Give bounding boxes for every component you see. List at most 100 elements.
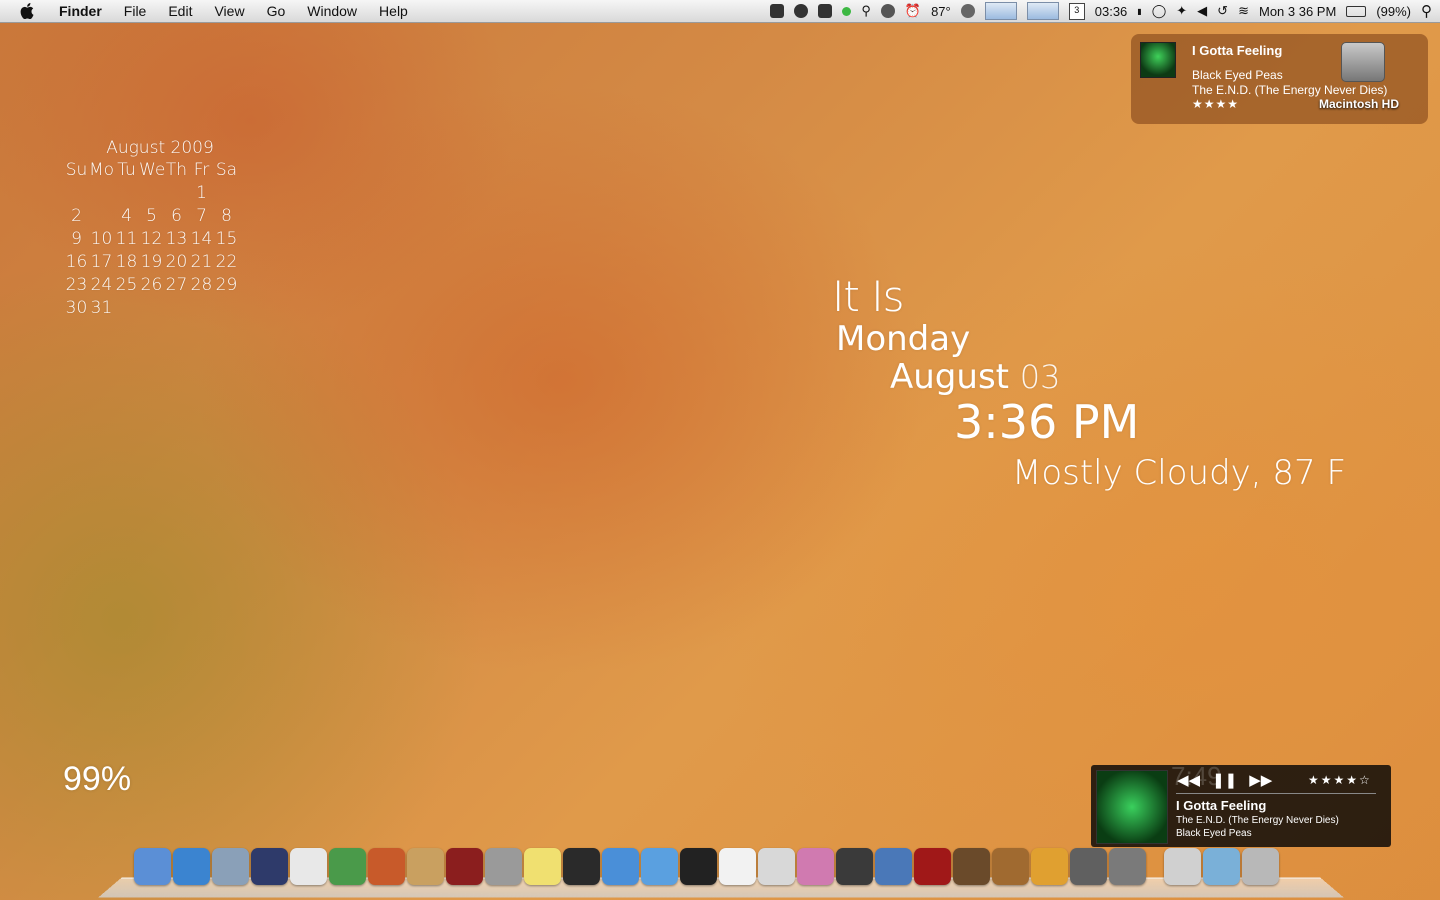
status-dot-icon[interactable] <box>842 6 852 16</box>
clock-time: 3:36 PM <box>954 395 1140 449</box>
dock-garageband-icon[interactable] <box>992 848 1029 885</box>
notification-album: The E.N.D. (The Energy Never Dies) <box>1192 83 1388 97</box>
calendar-day <box>89 206 114 226</box>
cpu-graph-icon[interactable] <box>984 2 1017 20</box>
dock-safari-icon[interactable] <box>173 848 210 885</box>
pause-icon[interactable]: ❚❚ <box>1212 771 1237 789</box>
calendar-weekday: Th <box>165 160 188 180</box>
dock-imovie-star-icon[interactable] <box>1070 848 1107 885</box>
dock-calculator-icon[interactable] <box>485 848 522 885</box>
calendar-day <box>114 183 139 203</box>
calendar-day: 26 <box>140 275 163 295</box>
notification-rating: ★★★★ <box>1192 97 1240 111</box>
dock-aperture-icon[interactable] <box>680 848 717 885</box>
dock-textedit-icon[interactable] <box>290 848 327 885</box>
dock-iphoto-icon[interactable] <box>875 848 912 885</box>
time-machine-icon[interactable]: ↺ <box>1217 3 1228 19</box>
player-track-title: I Gotta Feeling <box>1176 798 1267 813</box>
calendar-small-icon[interactable]: 3 <box>1068 2 1085 20</box>
player-rating[interactable]: ★★★★☆ <box>1308 773 1372 787</box>
weather-text: Mostly Cloudy, 87 F <box>1012 453 1347 493</box>
calendar-day: 17 <box>90 252 113 272</box>
growl-icon[interactable] <box>770 4 785 18</box>
search-small-icon[interactable]: ⚲ <box>861 3 871 19</box>
dock-photo-booth-icon[interactable] <box>914 848 951 885</box>
dock-image-capture-icon[interactable] <box>953 848 990 885</box>
dock-mail-stamp-icon[interactable] <box>212 848 249 885</box>
menubar-clock-small[interactable]: 03:36 <box>1095 4 1128 19</box>
calendar-day <box>64 183 89 203</box>
dock-downloads-folder-icon[interactable] <box>1203 848 1240 885</box>
clock-month: August <box>890 357 1009 397</box>
dock-pencil-app-icon[interactable] <box>1031 848 1068 885</box>
spotlight-icon[interactable]: ⚲ <box>1421 2 1432 20</box>
calendar-weekday: Fr <box>193 160 210 180</box>
paw-icon[interactable] <box>818 4 833 18</box>
dock-preview-photo-icon[interactable] <box>836 848 873 885</box>
calendar-day <box>214 298 239 318</box>
speech-bubble-icon[interactable]: ◯ <box>1152 3 1167 19</box>
dock-color-sync-icon[interactable] <box>797 848 834 885</box>
dock-keynote-icon[interactable] <box>368 848 405 885</box>
battery-icon[interactable] <box>1346 5 1367 17</box>
dock-numbers-icon[interactable] <box>329 848 366 885</box>
menu-help[interactable]: Help <box>368 0 419 22</box>
hard-drive-icon[interactable] <box>1341 42 1385 82</box>
dock-system-preferences-icon[interactable] <box>1109 848 1146 885</box>
volume-icon[interactable]: ◀ <box>1197 3 1207 19</box>
wifi-icon[interactable]: ≋ <box>1238 3 1249 19</box>
network-graph-icon[interactable] <box>1026 2 1059 20</box>
dock <box>134 848 1279 885</box>
player-artist: Black Eyed Peas <box>1176 828 1252 839</box>
bluetooth-icon[interactable]: ✦ <box>1176 3 1187 19</box>
calendar-title: August 2009 <box>106 138 214 158</box>
menu-window[interactable]: Window <box>296 0 368 22</box>
calendar-weekday: Sa <box>215 160 238 180</box>
calendar-day: 15 <box>215 229 238 249</box>
dock-dictionary-icon[interactable] <box>446 848 483 885</box>
calendar-day: 2 <box>71 206 82 226</box>
menu-view[interactable]: View <box>203 0 255 22</box>
clock-intro: It Is <box>832 272 904 321</box>
notification-artist: Black Eyed Peas <box>1192 68 1283 82</box>
menu-go[interactable]: Go <box>256 0 297 22</box>
calendar-day: 16 <box>65 252 88 272</box>
dock-address-book-icon[interactable] <box>407 848 444 885</box>
calendar-day: 30 <box>65 298 88 318</box>
menubar-datetime[interactable]: Mon 3 36 PM <box>1259 4 1336 19</box>
dock-dashboard-icon[interactable] <box>563 848 600 885</box>
dock-ichat-icon[interactable] <box>602 848 639 885</box>
dock-stickies-icon[interactable] <box>524 848 561 885</box>
now-playing-notification[interactable]: I Gotta Feeling Black Eyed Peas The E.N.… <box>1131 34 1428 124</box>
calendar-day: 5 <box>146 206 157 226</box>
apple-menu-icon[interactable] <box>18 2 36 20</box>
calendar-day: 6 <box>171 206 182 226</box>
weather-temp[interactable]: 87° <box>931 4 951 19</box>
calendar-day: 9 <box>71 229 82 249</box>
dock-documents-stack-icon[interactable] <box>1164 848 1201 885</box>
previous-track-icon[interactable]: ◀◀ <box>1177 771 1200 789</box>
hard-drive-label[interactable]: Macintosh HD <box>1319 97 1399 111</box>
alarm-clock-icon[interactable]: ⏰ <box>905 3 921 19</box>
menu-finder[interactable]: Finder <box>48 0 113 22</box>
menu-edit[interactable]: Edit <box>157 0 203 22</box>
checkmark-icon[interactable] <box>794 4 809 18</box>
battery-percent[interactable]: (99%) <box>1376 4 1411 19</box>
dock-script-editor-icon[interactable] <box>251 848 288 885</box>
eject-icon[interactable] <box>880 4 895 18</box>
dock-ical-icon[interactable] <box>719 848 756 885</box>
dock-font-book-icon[interactable] <box>758 848 795 885</box>
calendar-day: 18 <box>115 252 138 272</box>
menu-file[interactable]: File <box>113 0 158 22</box>
memory-icon[interactable]: ▮ <box>1137 7 1141 16</box>
calendar-widget: August 2009 Su Mo Tu We Th Fr Sa 1 2 4 5 6 7 8 9 10 11 12… <box>64 138 264 318</box>
dock-trash-icon[interactable] <box>1242 848 1279 885</box>
calendar-weekday: Mo <box>89 160 115 180</box>
dock-finder-icon[interactable] <box>134 848 171 885</box>
dock-itunes-icon[interactable] <box>641 848 678 885</box>
gauge-icon[interactable] <box>960 4 975 18</box>
album-art[interactable] <box>1096 770 1168 844</box>
next-track-icon[interactable]: ▶▶ <box>1249 771 1272 789</box>
calendar-day <box>164 298 189 318</box>
calendar-day <box>214 183 239 203</box>
